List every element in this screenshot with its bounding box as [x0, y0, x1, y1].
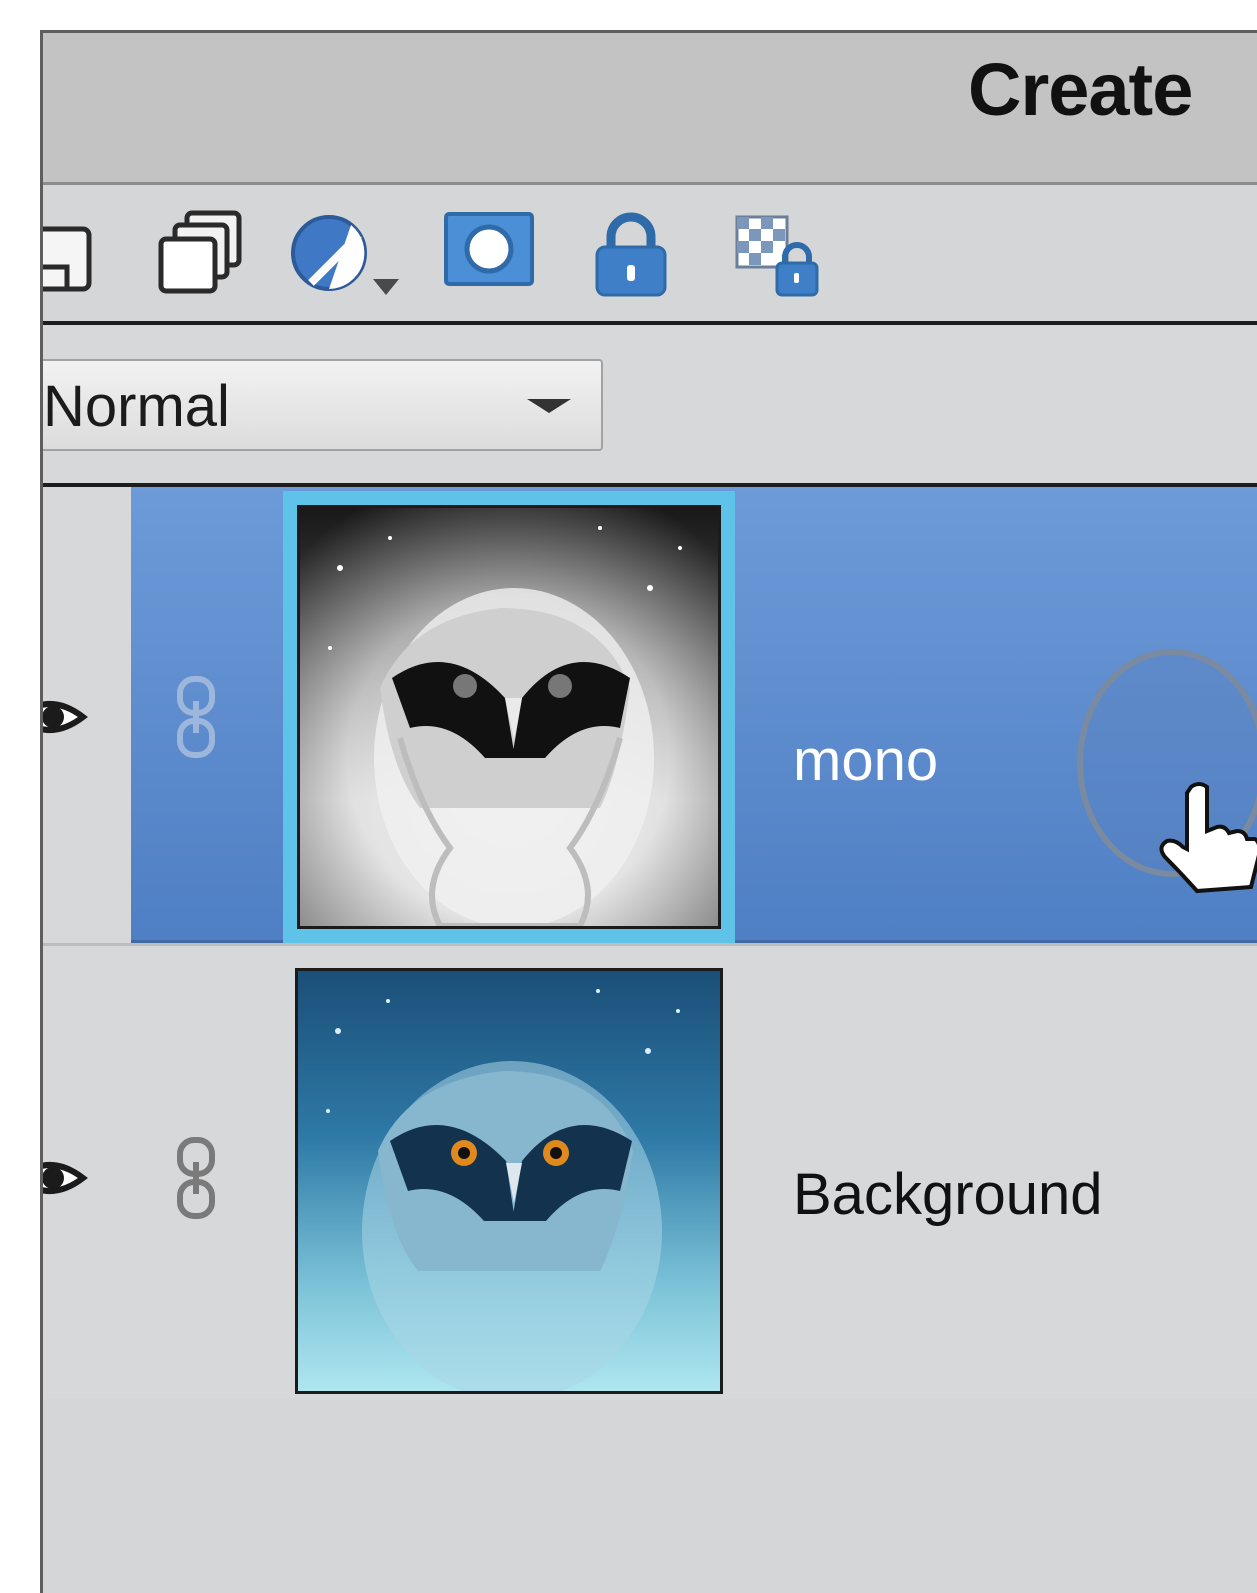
adjustment-layer-icon[interactable]	[289, 209, 409, 305]
layer-row-background[interactable]: Background	[43, 943, 1257, 1399]
owl-color-thumbnail	[295, 968, 723, 1394]
owl-mono-thumbnail	[297, 505, 721, 929]
layer-link-icon[interactable]	[176, 1136, 216, 1220]
panel-titlebar: Create	[43, 33, 1257, 185]
layer-row-mono[interactable]: mono	[43, 487, 1257, 943]
lock-transparency-icon[interactable]	[733, 213, 823, 299]
duplicate-layers-icon[interactable]	[155, 207, 247, 299]
layer-name: Background	[793, 1162, 1103, 1227]
lock-icon[interactable]	[591, 211, 671, 297]
layer-mask-icon[interactable]	[443, 211, 535, 287]
layers-panel: Create Normal mono Background	[40, 30, 1257, 1593]
panel-title: Create	[968, 48, 1193, 131]
blend-mode-value: Normal	[43, 374, 230, 439]
hand-cursor-icon	[1159, 782, 1257, 894]
blend-mode-row: Normal	[43, 325, 1257, 487]
layer-name: mono	[793, 728, 939, 793]
layer-link-icon[interactable]	[176, 675, 216, 759]
visibility-eye-icon[interactable]	[40, 687, 91, 747]
chevron-down-icon	[527, 399, 571, 413]
layers-toolbar	[43, 185, 1257, 325]
layer-thumbnail-frame	[283, 491, 735, 943]
new-layer-icon[interactable]	[43, 223, 99, 295]
blend-mode-dropdown[interactable]: Normal	[43, 359, 603, 451]
visibility-eye-icon[interactable]	[40, 1148, 91, 1208]
